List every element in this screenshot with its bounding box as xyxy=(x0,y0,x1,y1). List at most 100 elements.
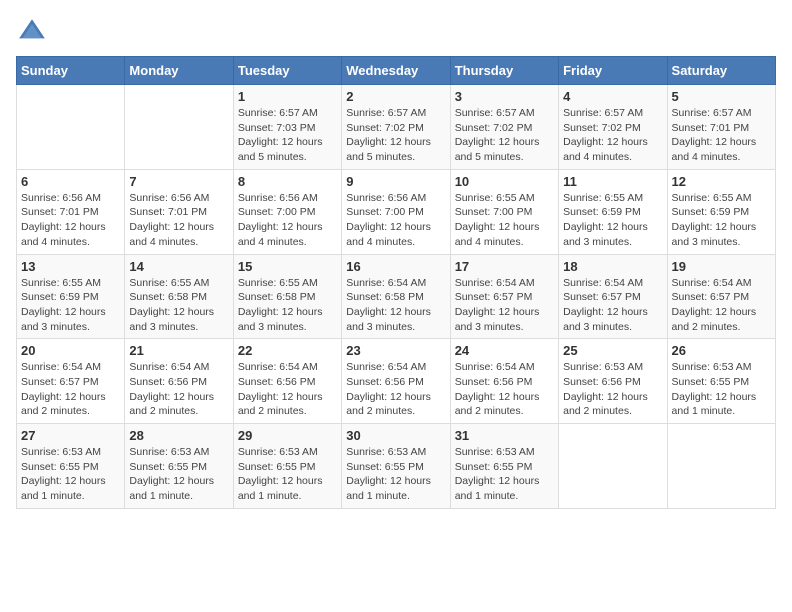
day-number: 4 xyxy=(563,89,662,104)
day-info: Sunrise: 6:55 AM Sunset: 7:00 PM Dayligh… xyxy=(455,191,554,250)
calendar-cell: 23Sunrise: 6:54 AM Sunset: 6:56 PM Dayli… xyxy=(342,339,450,424)
header-thursday: Thursday xyxy=(450,57,558,85)
day-info: Sunrise: 6:54 AM Sunset: 6:56 PM Dayligh… xyxy=(129,360,228,419)
day-info: Sunrise: 6:56 AM Sunset: 7:01 PM Dayligh… xyxy=(129,191,228,250)
day-info: Sunrise: 6:53 AM Sunset: 6:55 PM Dayligh… xyxy=(346,445,445,504)
day-number: 8 xyxy=(238,174,337,189)
day-number: 11 xyxy=(563,174,662,189)
day-info: Sunrise: 6:57 AM Sunset: 7:02 PM Dayligh… xyxy=(455,106,554,165)
day-info: Sunrise: 6:54 AM Sunset: 6:58 PM Dayligh… xyxy=(346,276,445,335)
calendar-cell xyxy=(17,85,125,170)
calendar-cell xyxy=(559,424,667,509)
calendar-cell: 13 Sunrise: 6:55 AM Sunset: 6:59 PM Dayli… xyxy=(17,254,125,339)
calendar-cell: 24 Sunrise: 6:54 AM Sunset: 6:56 PM Dayli… xyxy=(450,339,558,424)
header-wednesday: Wednesday xyxy=(342,57,450,85)
week-row-3: 20 Sunrise: 6:54 AM Sunset: 6:57 PM Dayli… xyxy=(17,339,776,424)
calendar-cell: 8 Sunrise: 6:56 AM Sunset: 7:00 PM Daylig… xyxy=(233,169,341,254)
day-info: Sunrise: 6:53 AM Sunset: 6:55 PM Dayligh… xyxy=(672,360,771,419)
calendar-cell: 4 Sunrise: 6:57 AM Sunset: 7:02 PM Daylig… xyxy=(559,85,667,170)
day-number: 1 xyxy=(238,89,337,104)
week-row-4: 27 Sunrise: 6:53 AM Sunset: 6:55 PM Dayli… xyxy=(17,424,776,509)
day-number: 17 xyxy=(455,259,554,274)
day-info: Sunrise: 6:53 AM Sunset: 6:55 PM Dayligh… xyxy=(21,445,120,504)
day-number: 18 xyxy=(563,259,662,274)
calendar-cell: 17 Sunrise: 6:54 AM Sunset: 6:57 PM Dayli… xyxy=(450,254,558,339)
day-info: Sunrise: 6:53 AM Sunset: 6:55 PM Dayligh… xyxy=(238,445,337,504)
day-info: Sunrise: 6:54 AM Sunset: 6:56 PM Dayligh… xyxy=(238,360,337,419)
calendar-cell: 11 Sunrise: 6:55 AM Sunset: 6:59 PM Dayli… xyxy=(559,169,667,254)
day-info: Sunrise: 6:56 AM Sunset: 7:00 PM Dayligh… xyxy=(346,191,445,250)
day-info: Sunrise: 6:54 AM Sunset: 6:56 PM Dayligh… xyxy=(455,360,554,419)
day-number: 22 xyxy=(238,343,337,358)
header-monday: Monday xyxy=(125,57,233,85)
day-info: Sunrise: 6:55 AM Sunset: 6:58 PM Dayligh… xyxy=(238,276,337,335)
day-info: Sunrise: 6:57 AM Sunset: 7:02 PM Dayligh… xyxy=(346,106,445,165)
day-info: Sunrise: 6:53 AM Sunset: 6:55 PM Dayligh… xyxy=(129,445,228,504)
day-info: Sunrise: 6:57 AM Sunset: 7:02 PM Dayligh… xyxy=(563,106,662,165)
header-friday: Friday xyxy=(559,57,667,85)
calendar-cell: 19 Sunrise: 6:54 AM Sunset: 6:57 PM Dayli… xyxy=(667,254,775,339)
calendar-table: SundayMondayTuesdayWednesdayThursdayFrid… xyxy=(16,56,776,509)
day-info: Sunrise: 6:53 AM Sunset: 6:56 PM Dayligh… xyxy=(563,360,662,419)
calendar-cell: 21 Sunrise: 6:54 AM Sunset: 6:56 PM Dayli… xyxy=(125,339,233,424)
day-number: 13 xyxy=(21,259,120,274)
calendar-header-row: SundayMondayTuesdayWednesdayThursdayFrid… xyxy=(17,57,776,85)
day-info: Sunrise: 6:55 AM Sunset: 6:59 PM Dayligh… xyxy=(672,191,771,250)
day-number: 16 xyxy=(346,259,445,274)
logo-icon xyxy=(16,16,48,48)
calendar-cell: 12 Sunrise: 6:55 AM Sunset: 6:59 PM Dayli… xyxy=(667,169,775,254)
day-number: 30 xyxy=(346,428,445,443)
day-info: Sunrise: 6:57 AM Sunset: 7:01 PM Dayligh… xyxy=(672,106,771,165)
page-header xyxy=(16,16,776,48)
day-number: 10 xyxy=(455,174,554,189)
calendar-cell: 3 Sunrise: 6:57 AM Sunset: 7:02 PM Daylig… xyxy=(450,85,558,170)
day-number: 25 xyxy=(563,343,662,358)
calendar-cell xyxy=(125,85,233,170)
calendar-cell: 20 Sunrise: 6:54 AM Sunset: 6:57 PM Dayli… xyxy=(17,339,125,424)
calendar-cell: 16 Sunrise: 6:54 AM Sunset: 6:58 PM Dayli… xyxy=(342,254,450,339)
header-sunday: Sunday xyxy=(17,57,125,85)
day-info: Sunrise: 6:56 AM Sunset: 7:01 PM Dayligh… xyxy=(21,191,120,250)
day-number: 5 xyxy=(672,89,771,104)
calendar-cell: 15 Sunrise: 6:55 AM Sunset: 6:58 PM Dayli… xyxy=(233,254,341,339)
calendar-cell: 14Sunrise: 6:55 AM Sunset: 6:58 PM Dayli… xyxy=(125,254,233,339)
day-number: 21 xyxy=(129,343,228,358)
day-number: 29 xyxy=(238,428,337,443)
day-info: Sunrise: 6:56 AM Sunset: 7:00 PM Dayligh… xyxy=(238,191,337,250)
calendar-cell: 18Sunrise: 6:54 AM Sunset: 6:57 PM Dayli… xyxy=(559,254,667,339)
calendar-cell xyxy=(667,424,775,509)
day-number: 24 xyxy=(455,343,554,358)
day-number: 26 xyxy=(672,343,771,358)
day-number: 3 xyxy=(455,89,554,104)
day-number: 20 xyxy=(21,343,120,358)
day-number: 12 xyxy=(672,174,771,189)
day-number: 31 xyxy=(455,428,554,443)
calendar-cell: 26 Sunrise: 6:53 AM Sunset: 6:55 PM Dayli… xyxy=(667,339,775,424)
calendar-cell: 7 Sunrise: 6:56 AM Sunset: 7:01 PM Daylig… xyxy=(125,169,233,254)
day-info: Sunrise: 6:55 AM Sunset: 6:59 PM Dayligh… xyxy=(563,191,662,250)
calendar-cell: 6Sunrise: 6:56 AM Sunset: 7:01 PM Daylig… xyxy=(17,169,125,254)
day-info: Sunrise: 6:57 AM Sunset: 7:03 PM Dayligh… xyxy=(238,106,337,165)
day-info: Sunrise: 6:55 AM Sunset: 6:59 PM Dayligh… xyxy=(21,276,120,335)
calendar-cell: 2 Sunrise: 6:57 AM Sunset: 7:02 PM Daylig… xyxy=(342,85,450,170)
calendar-cell: 10 Sunrise: 6:55 AM Sunset: 7:00 PM Dayli… xyxy=(450,169,558,254)
week-row-1: 6Sunrise: 6:56 AM Sunset: 7:01 PM Daylig… xyxy=(17,169,776,254)
calendar-cell: 1 Sunrise: 6:57 AM Sunset: 7:03 PM Daylig… xyxy=(233,85,341,170)
calendar-cell: 31Sunrise: 6:53 AM Sunset: 6:55 PM Dayli… xyxy=(450,424,558,509)
day-info: Sunrise: 6:54 AM Sunset: 6:57 PM Dayligh… xyxy=(672,276,771,335)
day-number: 27 xyxy=(21,428,120,443)
day-info: Sunrise: 6:55 AM Sunset: 6:58 PM Dayligh… xyxy=(129,276,228,335)
day-number: 19 xyxy=(672,259,771,274)
day-number: 28 xyxy=(129,428,228,443)
calendar-cell: 22 Sunrise: 6:54 AM Sunset: 6:56 PM Dayli… xyxy=(233,339,341,424)
day-info: Sunrise: 6:54 AM Sunset: 6:57 PM Dayligh… xyxy=(455,276,554,335)
logo xyxy=(16,16,52,48)
calendar-cell: 30 Sunrise: 6:53 AM Sunset: 6:55 PM Dayli… xyxy=(342,424,450,509)
day-number: 2 xyxy=(346,89,445,104)
calendar-cell: 28 Sunrise: 6:53 AM Sunset: 6:55 PM Dayli… xyxy=(125,424,233,509)
calendar-cell: 5 Sunrise: 6:57 AM Sunset: 7:01 PM Daylig… xyxy=(667,85,775,170)
day-number: 7 xyxy=(129,174,228,189)
header-tuesday: Tuesday xyxy=(233,57,341,85)
day-info: Sunrise: 6:54 AM Sunset: 6:57 PM Dayligh… xyxy=(21,360,120,419)
day-number: 15 xyxy=(238,259,337,274)
